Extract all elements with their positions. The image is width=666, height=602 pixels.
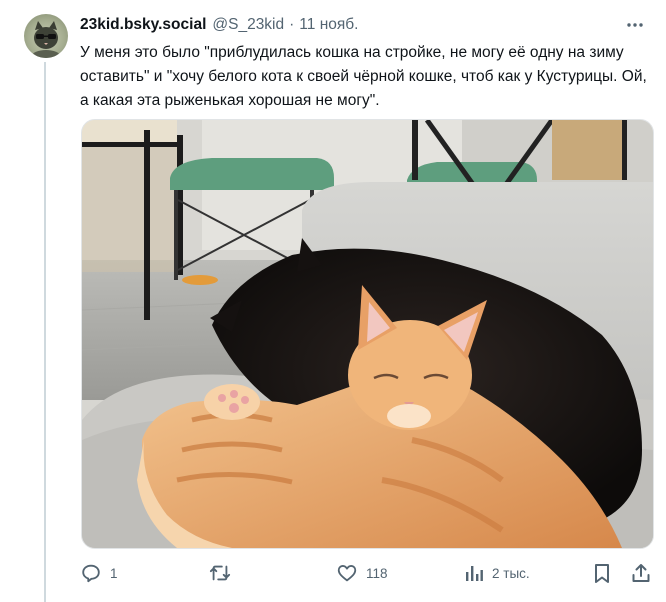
display-name[interactable]: 23kid.bsky.social	[80, 16, 206, 34]
bookmark-icon	[595, 564, 609, 583]
more-dots-icon	[627, 23, 643, 27]
bookmark-button[interactable]	[592, 562, 612, 584]
post-text: У меня это было "приблудилась кошка на с…	[80, 44, 652, 109]
reply-icon	[82, 564, 100, 583]
views-count: 2 тыс.	[492, 565, 530, 581]
repost-button[interactable]	[208, 562, 240, 584]
post-photo[interactable]	[81, 119, 654, 549]
thread-line	[44, 62, 46, 602]
reply-button[interactable]: 1	[80, 562, 118, 584]
share-icon	[632, 564, 650, 582]
post-header: 23kid.bsky.social @S_23kid · 11 нояб.	[80, 14, 358, 36]
like-button[interactable]: 118	[336, 562, 388, 584]
views-bar-chart-icon	[466, 566, 483, 581]
reply-count: 1	[110, 565, 118, 581]
share-button[interactable]	[630, 562, 652, 584]
cats-photo-image	[82, 120, 653, 548]
action-bar: 1 118 2 тыс.	[80, 562, 652, 584]
views-button[interactable]: 2 тыс.	[464, 562, 530, 584]
avatar[interactable]	[24, 14, 68, 58]
repost-icon	[209, 565, 231, 581]
heart-icon	[337, 565, 357, 582]
separator-dot: ·	[289, 16, 295, 33]
post-time[interactable]: 11 нояб.	[299, 16, 358, 34]
like-count: 118	[366, 565, 388, 581]
cat-avatar-icon	[32, 21, 60, 58]
user-handle[interactable]: @S_23kid	[212, 16, 284, 34]
more-options-button[interactable]	[622, 14, 648, 36]
